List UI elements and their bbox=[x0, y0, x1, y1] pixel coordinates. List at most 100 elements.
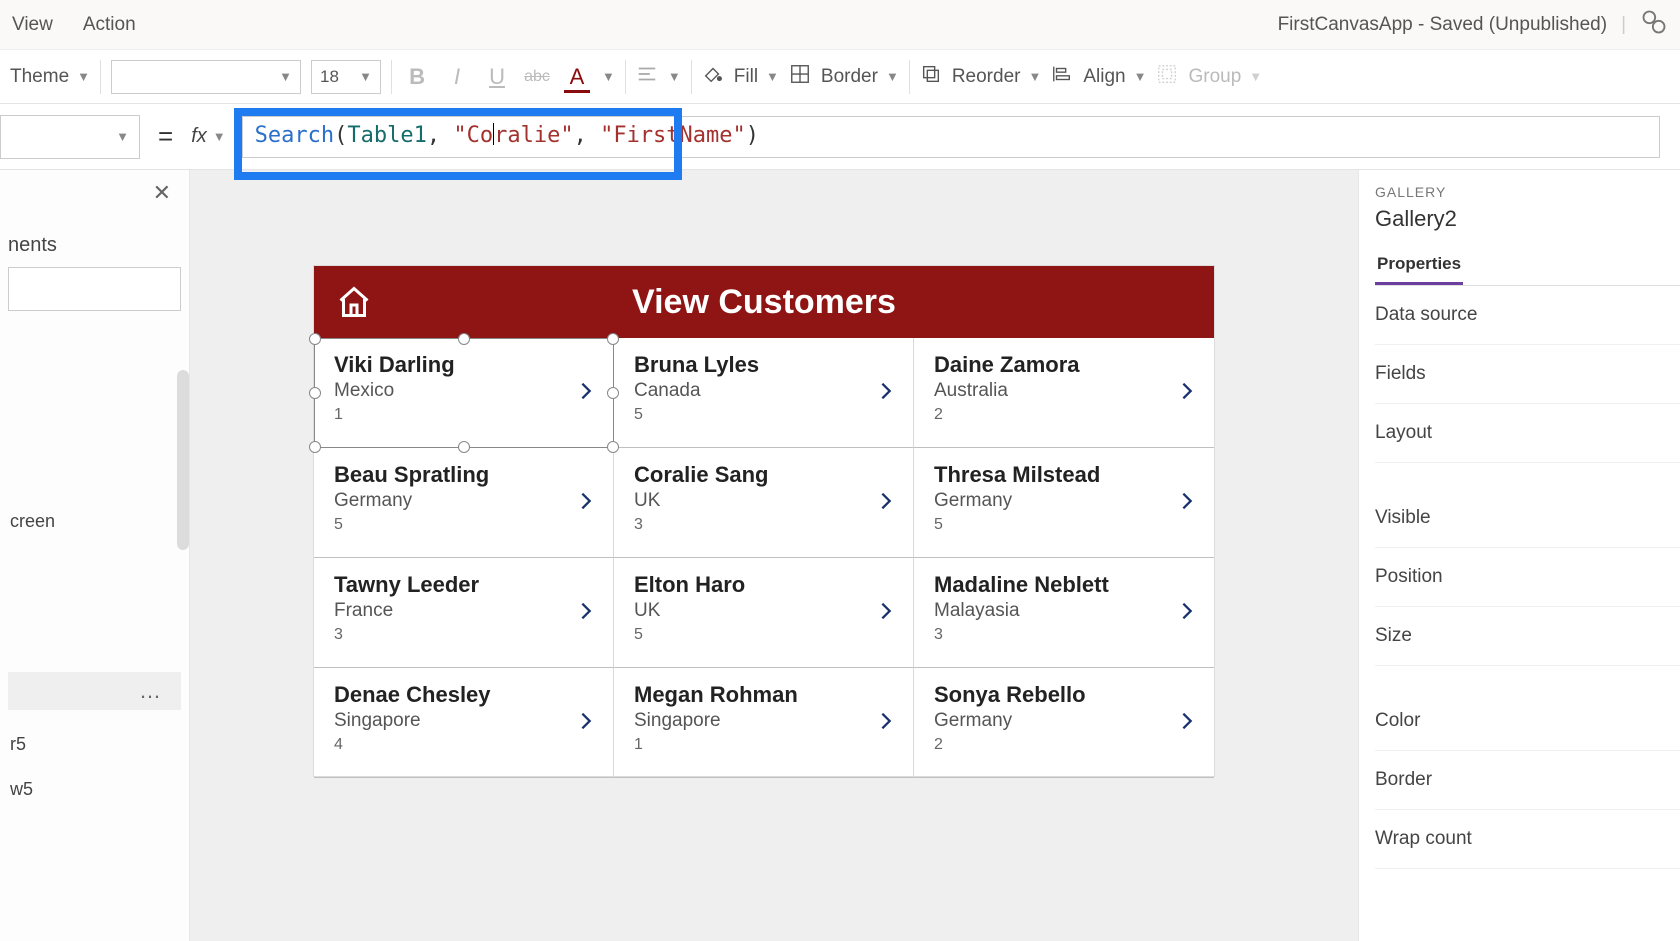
card-subtitle: Australia bbox=[934, 380, 1194, 402]
tab-properties[interactable]: Properties bbox=[1375, 246, 1463, 285]
card-name: Tawny Leeder bbox=[334, 572, 593, 598]
group-dropdown[interactable]: Group▼ bbox=[1188, 66, 1262, 88]
tree-search-input[interactable] bbox=[8, 267, 181, 311]
underline-button[interactable]: U bbox=[482, 64, 512, 90]
gallery-card[interactable]: Megan RohmanSingapore1 bbox=[614, 668, 914, 778]
card-subtitle: Germany bbox=[934, 710, 1194, 732]
fx-dropdown[interactable]: fx ▼ bbox=[191, 125, 241, 148]
property-row[interactable]: Border bbox=[1375, 751, 1680, 810]
formula-input[interactable]: Search(Table1, "Coralie", "FirstName") bbox=[242, 116, 1660, 158]
property-selector[interactable]: ▼ bbox=[0, 115, 140, 159]
chevron-right-icon[interactable] bbox=[1176, 490, 1198, 517]
card-number: 3 bbox=[634, 516, 893, 534]
menu-view[interactable]: View bbox=[12, 14, 53, 36]
tree-item[interactable]: creen bbox=[8, 511, 181, 532]
gallery-card[interactable]: Madaline NeblettMalayasia3 bbox=[914, 558, 1214, 668]
property-row[interactable]: Fields bbox=[1375, 345, 1680, 404]
align-label: Align bbox=[1083, 66, 1125, 88]
font-family-select[interactable]: ▼ bbox=[111, 60, 301, 94]
font-size-select[interactable]: 18 ▼ bbox=[311, 60, 381, 94]
bold-button[interactable]: B bbox=[402, 64, 432, 90]
card-name: Thresa Milstead bbox=[934, 462, 1194, 488]
gallery-card[interactable]: Denae ChesleySingapore4 bbox=[314, 668, 614, 778]
reorder-dropdown[interactable]: Reorder▼ bbox=[952, 66, 1042, 88]
strikethrough-button[interactable]: abc bbox=[522, 68, 552, 86]
chevron-right-icon[interactable] bbox=[1176, 710, 1198, 737]
border-label: Border bbox=[821, 66, 878, 88]
property-row[interactable]: Data source bbox=[1375, 286, 1680, 345]
font-size-value: 18 bbox=[320, 67, 339, 87]
align-icon[interactable] bbox=[1051, 63, 1073, 90]
card-number: 5 bbox=[334, 516, 593, 534]
gallery[interactable]: Viki DarlingMexico1Bruna LylesCanada5Dai… bbox=[314, 338, 1214, 778]
card-number: 3 bbox=[334, 626, 593, 644]
property-row[interactable]: Size bbox=[1375, 607, 1680, 666]
gallery-card[interactable]: Tawny LeederFrance3 bbox=[314, 558, 614, 668]
formula-token: , bbox=[574, 123, 601, 148]
home-icon[interactable] bbox=[336, 284, 372, 325]
chevron-down-icon[interactable]: ▼ bbox=[668, 69, 681, 84]
chevron-down-icon: ▼ bbox=[359, 69, 372, 84]
property-row[interactable]: Visible bbox=[1375, 489, 1680, 548]
chevron-right-icon[interactable] bbox=[1176, 380, 1198, 407]
border-dropdown[interactable]: Border▼ bbox=[821, 66, 899, 88]
tree-item[interactable]: r5 bbox=[8, 734, 181, 755]
card-name: Viki Darling bbox=[334, 352, 593, 378]
chevron-right-icon[interactable] bbox=[875, 380, 897, 407]
gallery-card[interactable]: Daine ZamoraAustralia2 bbox=[914, 338, 1214, 448]
text-align-icon[interactable] bbox=[636, 63, 658, 90]
gallery-card[interactable]: Coralie SangUK3 bbox=[614, 448, 914, 558]
fill-label: Fill bbox=[734, 66, 758, 88]
gallery-card[interactable]: Sonya RebelloGermany2 bbox=[914, 668, 1214, 778]
chevron-right-icon[interactable] bbox=[1176, 600, 1198, 627]
card-subtitle: Malayasia bbox=[934, 600, 1194, 622]
card-subtitle: UK bbox=[634, 600, 893, 622]
gallery-card[interactable]: Elton HaroUK5 bbox=[614, 558, 914, 668]
card-number: 1 bbox=[334, 406, 593, 424]
app-title: View Customers bbox=[632, 283, 896, 322]
reorder-icon[interactable] bbox=[920, 63, 942, 90]
chevron-right-icon[interactable] bbox=[575, 710, 597, 737]
more-icon[interactable]: … bbox=[139, 678, 163, 704]
chevron-down-icon[interactable]: ▼ bbox=[602, 69, 615, 84]
formula-token-id: Table1 bbox=[347, 123, 426, 148]
property-row[interactable]: Color bbox=[1375, 692, 1680, 751]
font-color-button[interactable]: A bbox=[562, 64, 592, 90]
gallery-card[interactable]: Beau SpratlingGermany5 bbox=[314, 448, 614, 558]
gallery-card[interactable]: Bruna LylesCanada5 bbox=[614, 338, 914, 448]
border-icon[interactable] bbox=[789, 63, 811, 90]
gallery-card[interactable]: Thresa MilsteadGermany5 bbox=[914, 448, 1214, 558]
fill-icon[interactable] bbox=[702, 63, 724, 90]
reorder-label: Reorder bbox=[952, 66, 1021, 88]
chevron-right-icon[interactable] bbox=[875, 490, 897, 517]
card-number: 5 bbox=[634, 626, 893, 644]
tree-item-selected[interactable]: … bbox=[8, 672, 181, 710]
chevron-right-icon[interactable] bbox=[875, 600, 897, 627]
group-icon[interactable] bbox=[1156, 63, 1178, 90]
canvas-area[interactable]: View Customers Viki DarlingMexico1Bruna … bbox=[190, 170, 1358, 941]
tree-item[interactable]: w5 bbox=[8, 779, 181, 800]
chevron-right-icon[interactable] bbox=[575, 600, 597, 627]
property-row[interactable]: Wrap count bbox=[1375, 810, 1680, 869]
card-subtitle: Germany bbox=[334, 490, 593, 512]
align-dropdown[interactable]: Align▼ bbox=[1083, 66, 1146, 88]
formula-token-fn: Search bbox=[255, 123, 334, 148]
diagnostics-icon[interactable] bbox=[1640, 8, 1668, 42]
formula-token-str: "Co bbox=[453, 123, 493, 148]
gallery-card[interactable]: Viki DarlingMexico1 bbox=[314, 338, 614, 448]
italic-button[interactable]: I bbox=[442, 64, 472, 90]
card-number: 2 bbox=[934, 406, 1194, 424]
scrollbar[interactable] bbox=[177, 370, 189, 550]
chevron-right-icon[interactable] bbox=[875, 710, 897, 737]
card-number: 4 bbox=[334, 736, 593, 754]
property-row[interactable]: Layout bbox=[1375, 404, 1680, 463]
chevron-right-icon[interactable] bbox=[575, 380, 597, 407]
card-name: Denae Chesley bbox=[334, 682, 593, 708]
property-row[interactable]: Position bbox=[1375, 548, 1680, 607]
theme-dropdown[interactable]: Theme▼ bbox=[10, 66, 90, 88]
chevron-right-icon[interactable] bbox=[575, 490, 597, 517]
card-name: Madaline Neblett bbox=[934, 572, 1194, 598]
close-icon[interactable]: ✕ bbox=[153, 180, 171, 206]
fill-dropdown[interactable]: Fill▼ bbox=[734, 66, 779, 88]
menu-action[interactable]: Action bbox=[83, 14, 136, 36]
